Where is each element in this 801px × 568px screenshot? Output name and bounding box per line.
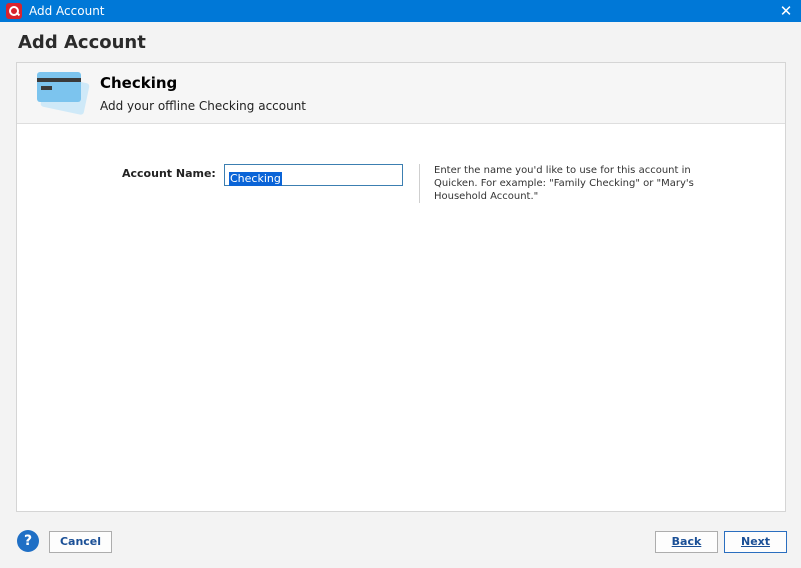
help-button[interactable]: ? bbox=[17, 530, 39, 552]
page-title: Add Account bbox=[18, 32, 146, 53]
account-type-description: Add your offline Checking account bbox=[100, 99, 307, 113]
help-divider bbox=[419, 164, 420, 203]
main-panel: Checking Add your offline Checking accou… bbox=[16, 62, 786, 512]
account-name-input[interactable]: Checking bbox=[224, 164, 403, 186]
account-name-value: Checking bbox=[229, 172, 282, 186]
back-button[interactable]: Back bbox=[655, 531, 718, 553]
account-type-title: Checking bbox=[100, 74, 178, 92]
cancel-button[interactable]: Cancel bbox=[49, 531, 112, 553]
account-name-help-text: Enter the name you'd like to use for thi… bbox=[434, 165, 694, 202]
window-titlebar: Add Account ✕ bbox=[0, 0, 801, 22]
close-icon[interactable]: ✕ bbox=[771, 0, 801, 22]
account-name-label: Account Name: bbox=[122, 167, 216, 180]
quicken-logo-icon bbox=[6, 3, 22, 19]
window-title: Add Account bbox=[29, 4, 105, 18]
account-type-header: Checking Add your offline Checking accou… bbox=[17, 63, 785, 124]
credit-card-icon bbox=[37, 72, 90, 115]
next-button[interactable]: Next bbox=[724, 531, 787, 553]
